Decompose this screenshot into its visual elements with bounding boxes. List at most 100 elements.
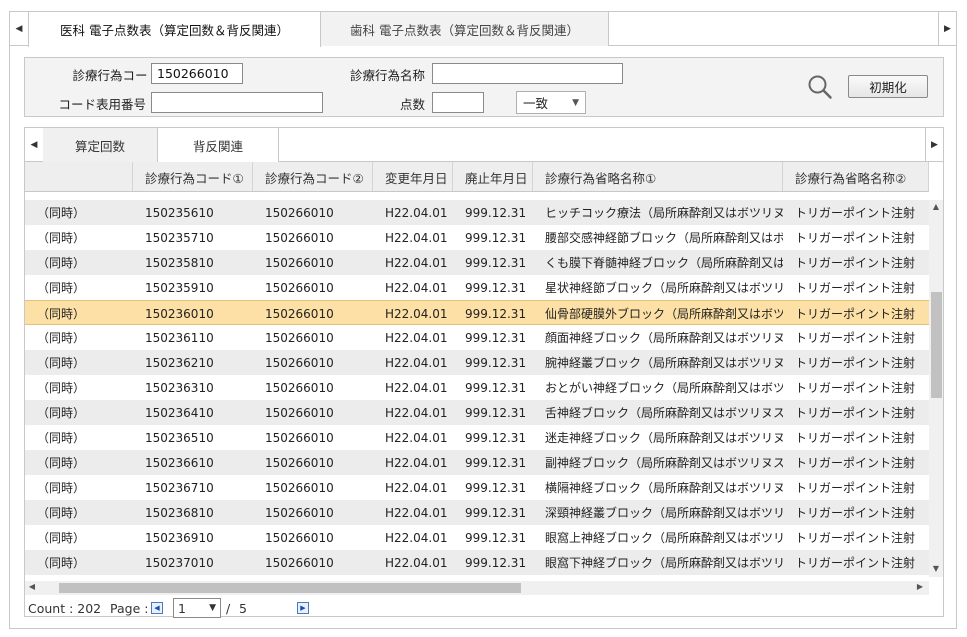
subtab-scroll-left-icon[interactable]: ◀ xyxy=(25,128,43,162)
header-col-name-2[interactable]: 診療行為省略名称② xyxy=(783,162,929,191)
cell-col-relation: （同時） xyxy=(37,281,86,295)
tab-conflict[interactable]: 背反関連 xyxy=(158,128,279,163)
header-col-name-1[interactable]: 診療行為省略名称① xyxy=(533,162,783,191)
cell-col-changed-date: H22.04.01 xyxy=(385,505,448,520)
cell-col-code-2: 150266010 xyxy=(265,480,334,495)
cell-col-name-2: トリガーポイント注射 xyxy=(795,206,916,220)
search-panel: 診療行為コード 診療行為名称 コード表用番号 点数 一致 ▼ 初期化 xyxy=(24,57,944,117)
magnifier-icon[interactable] xyxy=(807,74,833,100)
horizontal-scroll-thumb[interactable] xyxy=(59,583,521,593)
table-row[interactable]: （同時） 150237010 150266010 H22.04.01 999.12.31… xyxy=(25,550,929,575)
scroll-down-icon[interactable]: ▼ xyxy=(929,564,943,573)
cell-col-name-2: トリガーポイント注射 xyxy=(795,281,916,295)
cell-col-code-1: 150235910 xyxy=(145,280,214,295)
subtab-scroll-right-icon[interactable]: ▶ xyxy=(925,128,943,162)
tab-medical-label: 医科 電子点数表（算定回数＆背反関連） xyxy=(60,23,289,38)
table-no-label: コード表用番号 xyxy=(58,97,146,112)
header-col-code-1[interactable]: 診療行為コード① xyxy=(133,162,253,191)
table-row[interactable]: （同時） 150236910 150266010 H22.04.01 999.12.31… xyxy=(25,525,929,550)
table-row[interactable]: （同時） 150235910 150266010 H22.04.01 999.12.31… xyxy=(25,275,929,300)
cell-col-code-1: 150236010 xyxy=(145,306,214,321)
cell-col-name-1: 横隔神経ブロック（局所麻酔剤又はボツリヌス毒素 xyxy=(545,481,783,495)
cell-col-name-1: 舌神経ブロック（局所麻酔剤又はボツリヌス毒素） xyxy=(545,406,783,420)
header-col-changed-date[interactable]: 変更年月日 xyxy=(373,162,453,191)
match-select[interactable]: 一致 ▼ xyxy=(516,91,586,114)
table-row[interactable]: （同時） 150236210 150266010 H22.04.01 999.12.31… xyxy=(25,350,929,375)
header-col-code-2[interactable]: 診療行為コード② xyxy=(253,162,373,191)
vertical-scrollbar[interactable]: ▲ ▼ xyxy=(929,200,943,577)
table-row[interactable]: （同時） 150236610 150266010 H22.04.01 999.12.31… xyxy=(25,450,929,475)
pager: Count : 202 Page : ◀ 1 ▼ / 5 ▶ xyxy=(25,597,943,618)
scroll-up-icon[interactable]: ▲ xyxy=(929,202,943,211)
cell-col-code-2: 150266010 xyxy=(265,505,334,520)
cell-col-code-2: 150266010 xyxy=(265,255,334,270)
vertical-scroll-thumb[interactable] xyxy=(931,292,942,398)
tab-scroll-left-icon[interactable]: ◀ xyxy=(10,12,28,46)
cell-col-code-2: 150266010 xyxy=(265,405,334,420)
table-row[interactable]: （同時） 150236310 150266010 H22.04.01 999.12.31… xyxy=(25,375,929,400)
cell-col-name-1: 腰部交感神経節ブロック（局所麻酔剤又はボツリヌ xyxy=(545,231,783,245)
cell-col-code-1: 150236310 xyxy=(145,380,214,395)
table-row[interactable]: （同時） 150235710 150266010 H22.04.01 999.12.31… xyxy=(25,225,929,250)
app-window: ◀ 医科 電子点数表（算定回数＆背反関連） 歯科 電子点数表（算定回数＆背反関連… xyxy=(9,11,957,629)
header-col-relation[interactable] xyxy=(25,162,133,191)
points-input[interactable] xyxy=(432,92,484,113)
cell-col-abolished-date: 999.12.31 xyxy=(465,530,527,545)
prev-page-icon[interactable]: ◀ xyxy=(151,602,163,614)
top-tab-bar: ◀ 医科 電子点数表（算定回数＆背反関連） 歯科 電子点数表（算定回数＆背反関連… xyxy=(10,12,956,47)
cell-col-changed-date: H22.04.01 xyxy=(385,430,448,445)
cell-col-changed-date: H22.04.01 xyxy=(385,480,448,495)
table-row[interactable]: （同時） 150235610 150266010 H22.04.01 999.12.31… xyxy=(25,200,929,225)
reset-button[interactable]: 初期化 xyxy=(848,75,928,98)
cell-col-code-1: 150237010 xyxy=(145,555,214,570)
table-row[interactable]: （同時） 150236710 150266010 H22.04.01 999.12.31… xyxy=(25,475,929,500)
scroll-right-icon[interactable]: ▶ xyxy=(913,582,927,591)
name-input[interactable] xyxy=(432,63,623,84)
cell-col-code-1: 150235710 xyxy=(145,230,214,245)
table-row[interactable]: （同時） 150236810 150266010 H22.04.01 999.12.31… xyxy=(25,500,929,525)
points-label: 点数 xyxy=(399,97,425,112)
tab-dental-table[interactable]: 歯科 電子点数表（算定回数＆背反関連） xyxy=(321,12,609,46)
cell-col-name-2: トリガーポイント注射 xyxy=(795,356,916,370)
cell-col-name-2: トリガーポイント注射 xyxy=(795,406,916,420)
cell-col-code-1: 150236810 xyxy=(145,505,214,520)
cell-col-changed-date: H22.04.01 xyxy=(385,205,448,220)
code-input[interactable] xyxy=(151,63,243,84)
cell-col-relation: （同時） xyxy=(37,256,86,270)
tab-calc-count[interactable]: 算定回数 xyxy=(43,128,158,162)
cell-col-code-1: 150236110 xyxy=(145,330,214,345)
table-row[interactable]: （同時） 150235810 150266010 H22.04.01 999.12.31… xyxy=(25,250,929,275)
next-page-icon[interactable]: ▶ xyxy=(297,602,309,614)
horizontal-scrollbar[interactable]: ◀ ▶ xyxy=(25,581,929,595)
cell-col-changed-date: H22.04.01 xyxy=(385,455,448,470)
header-col-abolished-date[interactable]: 廃止年月日 xyxy=(453,162,533,191)
total-pages: 5 xyxy=(239,601,247,616)
table-row[interactable]: （同時） 150236110 150266010 H22.04.01 999.12.31… xyxy=(25,325,929,350)
table-row[interactable]: （同時） 150236010 150266010 H22.04.01 999.12.31… xyxy=(25,300,929,325)
cell-col-name-1: ヒッチコック療法（局所麻酔剤又はボツリヌス毒素 xyxy=(545,206,783,220)
cell-col-abolished-date: 999.12.31 xyxy=(465,355,527,370)
cell-col-code-1: 150236510 xyxy=(145,430,214,445)
scroll-left-icon[interactable]: ◀ xyxy=(25,582,39,591)
cell-col-name-2: トリガーポイント注射 xyxy=(795,506,916,520)
tab-medical-table[interactable]: 医科 電子点数表（算定回数＆背反関連） xyxy=(28,12,321,47)
cell-col-name-1: 星状神経節ブロック（局所麻酔剤又はボツリヌス毒 xyxy=(545,281,783,295)
cell-col-name-1: 副神経ブロック（局所麻酔剤又はボツリヌス毒素） xyxy=(545,456,783,470)
cell-col-code-1: 150235810 xyxy=(145,255,214,270)
tab-scroll-right-icon[interactable]: ▶ xyxy=(938,12,956,46)
cell-col-code-2: 150266010 xyxy=(265,430,334,445)
cell-col-abolished-date: 999.12.31 xyxy=(465,505,527,520)
cell-col-name-1: 迷走神経ブロック（局所麻酔剤又はボツリヌス毒素 xyxy=(545,431,783,445)
cell-col-name-2: トリガーポイント注射 xyxy=(795,531,916,545)
page-select[interactable]: 1 ▼ xyxy=(173,598,221,618)
cell-col-relation: （同時） xyxy=(37,506,86,520)
cell-col-name-2: トリガーポイント注射 xyxy=(795,456,916,470)
reset-button-label: 初期化 xyxy=(869,80,907,95)
table-body: （同時） 150235610 150266010 H22.04.01 999.12.31… xyxy=(25,200,929,578)
cell-col-abolished-date: 999.12.31 xyxy=(465,480,527,495)
table-row[interactable]: （同時） 150236410 150266010 H22.04.01 999.12.31… xyxy=(25,400,929,425)
cell-col-changed-date: H22.04.01 xyxy=(385,555,448,570)
page-separator: / xyxy=(226,601,231,616)
table-row[interactable]: （同時） 150236510 150266010 H22.04.01 999.12.31… xyxy=(25,425,929,450)
table-no-input[interactable] xyxy=(151,92,323,113)
